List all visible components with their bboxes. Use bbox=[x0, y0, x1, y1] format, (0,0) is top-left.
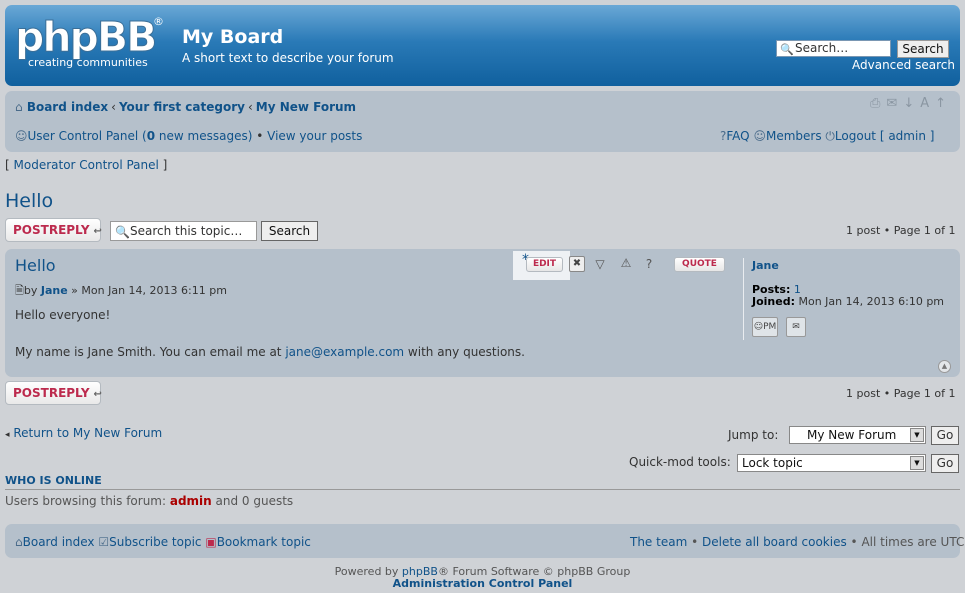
post-body-line: Hello everyone! bbox=[15, 308, 111, 322]
header-search-button[interactable]: Search bbox=[897, 40, 949, 58]
post-title[interactable]: Hello bbox=[15, 256, 56, 275]
members-icon: ☺ bbox=[753, 129, 766, 143]
topic-title[interactable]: Hello bbox=[5, 190, 53, 212]
report-icon[interactable]: ▽ bbox=[592, 256, 608, 272]
topic-search-button[interactable]: Search bbox=[261, 221, 318, 241]
email-icon[interactable]: ✉ bbox=[886, 96, 903, 111]
footer-board-index[interactable]: Board index bbox=[23, 535, 95, 549]
logout-link[interactable]: Logout [ admin ] bbox=[835, 129, 935, 143]
logo-registered-mark: ® bbox=[153, 15, 164, 28]
search-icon: 🔍 bbox=[780, 43, 794, 56]
breadcrumb-board-index[interactable]: Board index bbox=[27, 100, 108, 114]
search-icon: 🔍 bbox=[115, 225, 130, 239]
home-icon: ⌂ bbox=[15, 100, 23, 114]
jump-to-select[interactable]: My New Forum ▼ bbox=[789, 426, 926, 444]
members-link[interactable]: Members bbox=[766, 129, 822, 143]
post-icon: 🗎 bbox=[15, 284, 24, 297]
post-author-link[interactable]: Jane bbox=[41, 284, 68, 297]
breadcrumb-forum[interactable]: My New Forum bbox=[256, 100, 356, 114]
new-messages-count: 0 bbox=[146, 129, 156, 143]
delete-icon[interactable]: ✖ bbox=[569, 256, 585, 272]
profile-joined: Joined: Mon Jan 14, 2013 6:10 pm bbox=[752, 295, 945, 308]
info-icon[interactable]: ? bbox=[641, 256, 657, 272]
who-is-online-heading[interactable]: WHO IS ONLINE bbox=[5, 474, 102, 487]
chevron-down-icon: ▼ bbox=[910, 456, 924, 470]
subscribe-topic-link[interactable]: Subscribe topic bbox=[109, 535, 201, 549]
advanced-search-link[interactable]: Advanced search bbox=[852, 58, 955, 72]
header-search-input[interactable]: 🔍 Search… bbox=[776, 40, 891, 57]
chevron-down-icon: ▼ bbox=[910, 428, 924, 442]
footer-left-links: ⌂Board index ☑Subscribe topic ▣Bookmark … bbox=[15, 535, 311, 549]
quickmod-label: Quick-mod tools: bbox=[629, 455, 731, 469]
reply-arrow-icon: ↩ bbox=[93, 389, 102, 400]
email-icon[interactable]: ✉ bbox=[786, 317, 806, 337]
mcp-link[interactable]: Moderator Control Panel bbox=[14, 158, 159, 172]
site-description: A short text to describe your forum bbox=[182, 51, 394, 65]
footer-right-links: The team • Delete all board cookies • Al… bbox=[630, 535, 965, 549]
reply-arrow-icon: ↩ bbox=[93, 226, 102, 237]
font-size-icon[interactable]: ↓A↑ bbox=[903, 96, 952, 111]
timezone-text: All times are UTC bbox=[861, 535, 965, 549]
header-search-placeholder: Search… bbox=[795, 41, 849, 55]
quickmod-select[interactable]: Lock topic ▼ bbox=[737, 454, 926, 472]
post-body-line: My name is Jane Smith. You can email me … bbox=[15, 345, 525, 359]
site-name: My Board bbox=[182, 26, 284, 48]
bookmark-icon: ▣ bbox=[205, 535, 217, 549]
logo-text: phpBB bbox=[14, 13, 157, 62]
post-meta: 🗎by Jane » Mon Jan 14, 2013 6:11 pm bbox=[15, 284, 227, 297]
power-icon: ⏻ bbox=[825, 129, 835, 143]
quote-button[interactable]: QUOTE bbox=[674, 257, 725, 272]
profile-divider bbox=[743, 258, 744, 340]
topic-search-input[interactable]: 🔍 Search this topic… bbox=[110, 221, 257, 241]
delete-cookies-link[interactable]: Delete all board cookies bbox=[702, 535, 847, 549]
ucp-link[interactable]: User Control Panel (0 new messages) bbox=[28, 129, 253, 143]
top-icon[interactable]: ▲ bbox=[938, 360, 951, 373]
pm-icon[interactable]: ☺PM bbox=[752, 317, 778, 337]
pagination-bottom: 1 post • Page 1 of 1 bbox=[846, 387, 956, 400]
online-user-link[interactable]: admin bbox=[170, 494, 212, 508]
breadcrumb-category[interactable]: Your first category bbox=[119, 100, 245, 114]
team-link[interactable]: The team bbox=[630, 535, 687, 549]
post-reply-button[interactable]: POSTREPLY ↩ bbox=[5, 218, 102, 242]
quickmod-go-button[interactable]: Go bbox=[931, 454, 959, 473]
print-icon[interactable]: ⎙ bbox=[870, 96, 886, 111]
subscribe-icon: ☑ bbox=[98, 535, 110, 549]
post-reply-button[interactable]: POSTREPLY ↩ bbox=[5, 381, 102, 405]
profile-author-name[interactable]: Jane bbox=[752, 259, 779, 272]
browsing-users: Users browsing this forum: admin and 0 g… bbox=[5, 494, 294, 508]
jump-go-button[interactable]: Go bbox=[931, 426, 959, 445]
breadcrumb: ⌂ Board index ‹ Your first category ‹ My New… bbox=[15, 100, 356, 114]
faq-link[interactable]: FAQ bbox=[726, 129, 749, 143]
breadcrumb-separator: ‹ bbox=[111, 100, 116, 114]
phpbb-logo[interactable]: phpBB ® creating communities bbox=[14, 13, 165, 71]
divider bbox=[5, 489, 960, 490]
jump-to-label: Jump to: bbox=[728, 428, 779, 442]
bookmark-topic-link[interactable]: Bookmark topic bbox=[217, 535, 311, 549]
page-tools: ⎙✉↓A↑ bbox=[870, 96, 952, 111]
user-nav-right: ?FAQ ☺Members ⏻Logout [ admin ] bbox=[720, 129, 934, 144]
pagination-top: 1 post • Page 1 of 1 bbox=[846, 224, 956, 237]
user-control-links: ☺User Control Panel (0 new messages) • V… bbox=[15, 129, 363, 143]
edit-button[interactable]: EDIT bbox=[526, 257, 563, 272]
chevron-left-icon: ◂ bbox=[5, 430, 10, 440]
return-link[interactable]: ◂ Return to My New Forum bbox=[5, 426, 162, 440]
email-link[interactable]: jane@example.com bbox=[285, 345, 404, 359]
home-icon: ⌂ bbox=[15, 535, 23, 549]
user-icon: ☺ bbox=[15, 129, 28, 143]
moderator-control-panel: [ Moderator Control Panel ] bbox=[5, 158, 168, 172]
view-posts-link[interactable]: View your posts bbox=[267, 129, 362, 143]
logo-tagline: creating communities bbox=[28, 56, 148, 69]
warn-icon[interactable]: ⚠ bbox=[618, 255, 634, 271]
breadcrumb-separator: ‹ bbox=[247, 100, 253, 114]
admin-control-panel-link[interactable]: Administration Control Panel bbox=[0, 577, 965, 590]
